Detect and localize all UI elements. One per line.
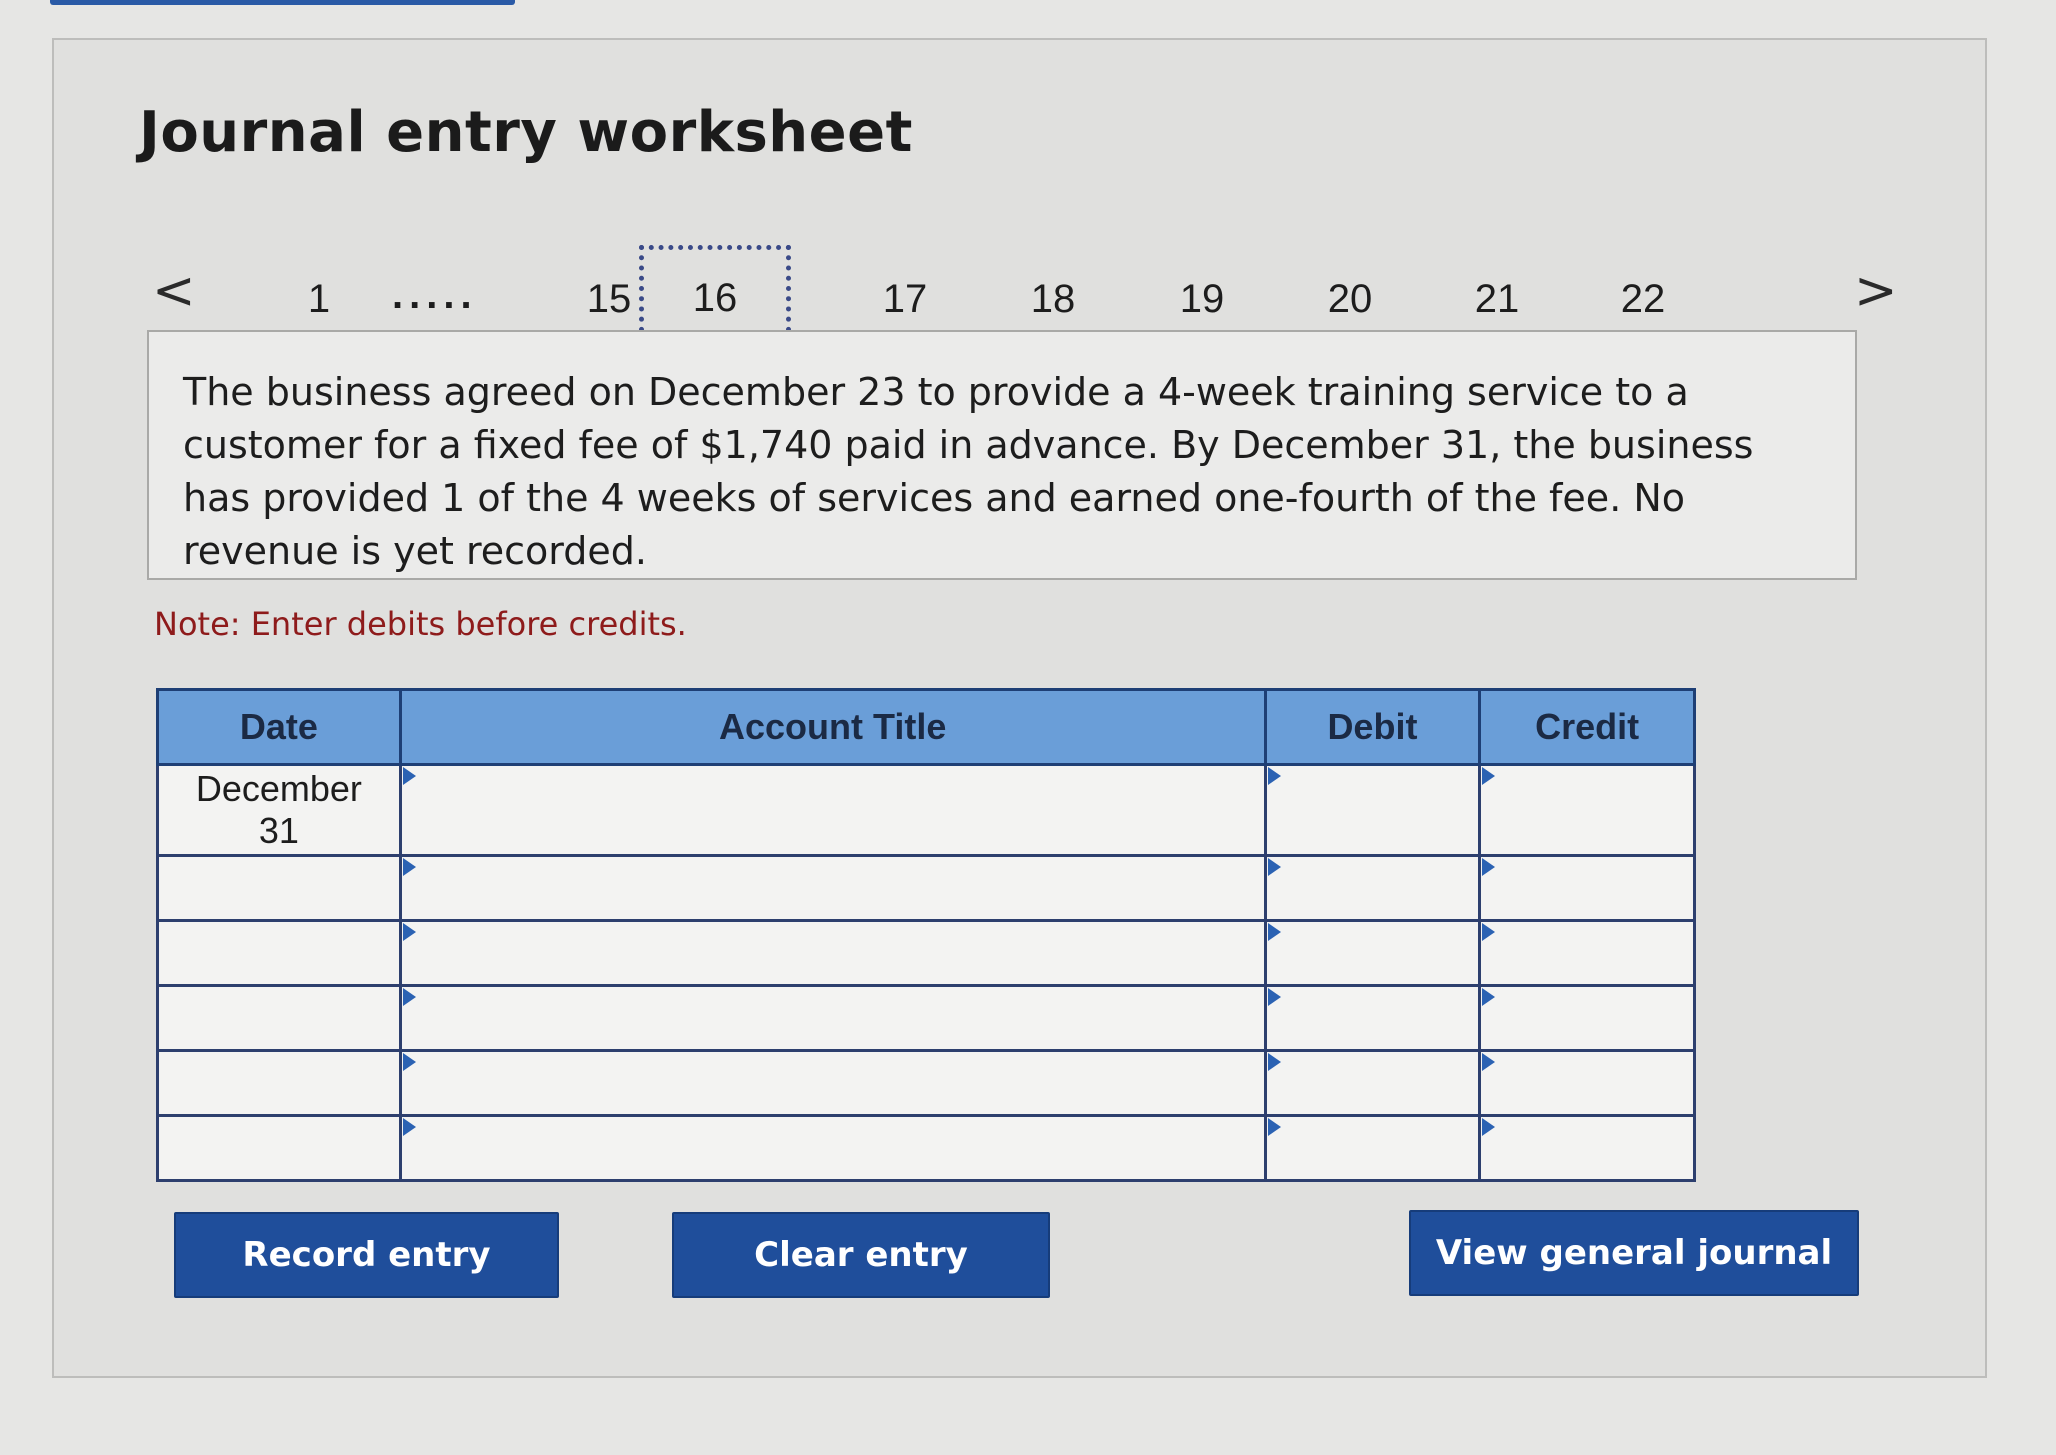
credit-input[interactable]: [1478, 854, 1696, 922]
account-title-field[interactable]: [401, 1052, 1264, 1114]
table-row: [156, 854, 1696, 922]
debit-field[interactable]: [1266, 1052, 1479, 1114]
credit-field[interactable]: [1481, 987, 1693, 1049]
column-header-credit: Credit: [1478, 688, 1696, 766]
account-title-field[interactable]: [401, 1117, 1264, 1179]
problem-text: The business agreed on December 23 to pr…: [183, 370, 1754, 573]
credit-input[interactable]: [1478, 919, 1696, 987]
debit-input[interactable]: [1263, 984, 1482, 1052]
debit-input[interactable]: [1263, 919, 1482, 987]
debit-field[interactable]: [1266, 766, 1479, 854]
page-link-21[interactable]: 21: [1457, 277, 1537, 322]
journal-entry-table: Date Account Title Debit Credit December…: [156, 688, 1696, 1182]
debit-input[interactable]: [1263, 854, 1482, 922]
credit-input[interactable]: [1478, 1049, 1696, 1117]
debit-field[interactable]: [1266, 987, 1479, 1049]
debit-input[interactable]: [1263, 1049, 1482, 1117]
page-current-label: 16: [692, 276, 738, 320]
account-title-field[interactable]: [401, 857, 1264, 919]
page-link-15[interactable]: 15: [569, 277, 649, 322]
column-header-debit: Debit: [1263, 688, 1482, 766]
debit-field[interactable]: [1266, 857, 1479, 919]
account-title-field[interactable]: [401, 922, 1264, 984]
credit-field[interactable]: [1481, 857, 1693, 919]
credit-field[interactable]: [1481, 766, 1693, 854]
date-cell: [156, 919, 402, 987]
date-cell: December 31: [156, 763, 402, 857]
page-link-22[interactable]: 22: [1603, 277, 1683, 322]
credit-input[interactable]: [1478, 763, 1696, 857]
column-header-date: Date: [156, 688, 402, 766]
chevron-right-icon[interactable]: >: [1854, 265, 1898, 317]
account-title-input[interactable]: [398, 854, 1267, 922]
table-row: [156, 919, 1696, 987]
debit-field[interactable]: [1266, 1117, 1479, 1179]
page-ellipsis: .....: [392, 273, 478, 317]
account-title-input[interactable]: [398, 984, 1267, 1052]
table-row: [156, 1049, 1696, 1117]
debit-field[interactable]: [1266, 922, 1479, 984]
page-link-19[interactable]: 19: [1162, 277, 1242, 322]
record-entry-button[interactable]: Record entry: [174, 1212, 559, 1298]
table-row: [156, 1114, 1696, 1182]
date-cell: [156, 854, 402, 922]
view-general-journal-button[interactable]: View general journal: [1409, 1210, 1859, 1296]
problem-description: The business agreed on December 23 to pr…: [147, 330, 1857, 580]
table-header-row: Date Account Title Debit Credit: [156, 688, 1696, 766]
page-link-1[interactable]: 1: [279, 277, 359, 322]
account-title-input[interactable]: [398, 763, 1267, 857]
account-title-field[interactable]: [401, 987, 1264, 1049]
debit-input[interactable]: [1263, 1114, 1482, 1182]
credit-input[interactable]: [1478, 1114, 1696, 1182]
table-row: December 31: [156, 763, 1696, 857]
debit-input[interactable]: [1263, 763, 1482, 857]
credit-field[interactable]: [1481, 922, 1693, 984]
page-link-18[interactable]: 18: [1013, 277, 1093, 322]
date-cell: [156, 1049, 402, 1117]
chevron-left-icon[interactable]: <: [152, 265, 196, 317]
date-cell: [156, 1114, 402, 1182]
page-link-17[interactable]: 17: [865, 277, 945, 322]
page-title: Journal entry worksheet: [139, 100, 913, 165]
clear-entry-button[interactable]: Clear entry: [672, 1212, 1050, 1298]
worksheet-panel: Journal entry worksheet < 1 ..... 15 16 …: [52, 38, 1987, 1378]
date-line-month: December: [195, 768, 362, 809]
account-title-input[interactable]: [398, 1114, 1267, 1182]
date-cell: [156, 984, 402, 1052]
credit-field[interactable]: [1481, 1052, 1693, 1114]
date-line-day: 31: [258, 810, 299, 851]
account-title-input[interactable]: [398, 919, 1267, 987]
credit-input[interactable]: [1478, 984, 1696, 1052]
page-link-20[interactable]: 20: [1310, 277, 1390, 322]
top-tab-strip: [50, 0, 515, 5]
entry-note: Note: Enter debits before credits.: [154, 605, 687, 643]
credit-field[interactable]: [1481, 1117, 1693, 1179]
table-row: [156, 984, 1696, 1052]
column-header-account-title: Account Title: [398, 688, 1267, 766]
account-title-input[interactable]: [398, 1049, 1267, 1117]
account-title-field[interactable]: [401, 766, 1264, 854]
